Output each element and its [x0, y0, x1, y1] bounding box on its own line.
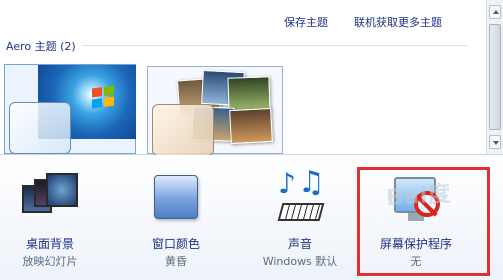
desktop-background-button[interactable]: 桌面背景 放映幻灯片 [0, 163, 100, 275]
save-theme-link[interactable]: 保存主题 [284, 14, 328, 30]
glass-color-swatch [152, 104, 214, 156]
scroll-up-arrow-icon[interactable] [489, 5, 501, 19]
photo-thumbnail [227, 76, 271, 112]
scroll-down-arrow-icon[interactable] [489, 135, 501, 149]
group-divider [82, 45, 467, 46]
watermark: Bai度 [385, 181, 453, 212]
sound-icon: ♪ ♫ [272, 165, 328, 225]
desktop-background-value: 放映幻灯片 [22, 255, 78, 268]
get-more-themes-online-link[interactable]: 联机获取更多主题 [354, 14, 442, 30]
sounds-button[interactable]: ♪ ♫ 声音 Windows 默认 [250, 163, 350, 275]
desktop-background-label: 桌面背景 [25, 237, 74, 251]
theme-landscape-slideshow[interactable] [147, 66, 283, 156]
desktop-background-icon [22, 173, 78, 225]
photo-thumbnail [229, 107, 273, 145]
sounds-value: Windows 默认 [262, 255, 338, 268]
window-color-label: 窗口颜色 [151, 237, 200, 251]
sounds-label: 声音 [287, 237, 312, 251]
theme-windows-7[interactable] [4, 64, 136, 154]
glass-color-swatch [9, 102, 71, 154]
vertical-scrollbar[interactable] [486, 0, 503, 154]
window-color-button[interactable]: 窗口颜色 黄昏 [126, 163, 226, 275]
window-color-value: 黄昏 [165, 255, 187, 268]
window-color-icon [148, 173, 204, 225]
aero-themes-group-header: Aero 主题 (2) [6, 40, 76, 53]
scroll-thumb[interactable] [489, 24, 501, 130]
theme-list-panel: 保存主题 联机获取更多主题 Aero 主题 (2) [0, 0, 503, 156]
